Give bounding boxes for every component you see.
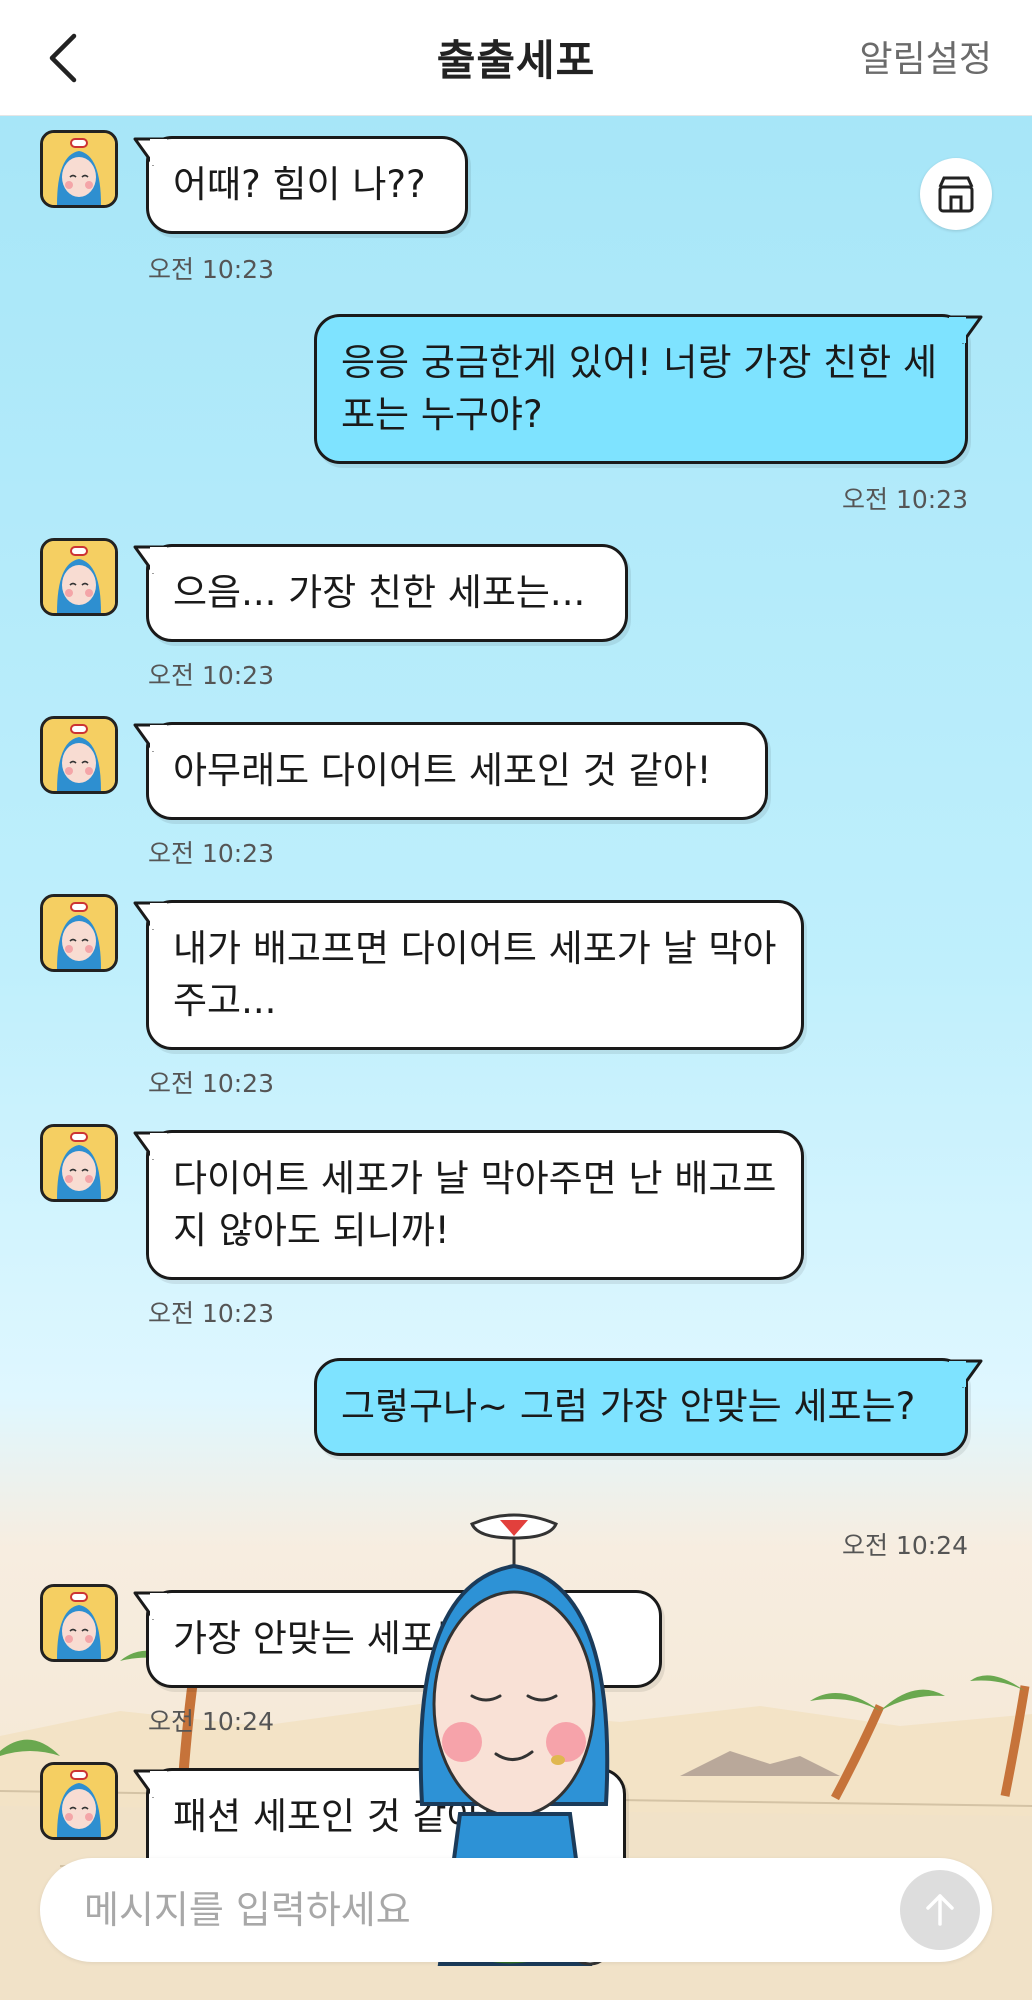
message-text: 다이어트 세포가 날 막아주면 난 배고프지 않아도 되니까! <box>173 1157 777 1252</box>
arrow-up-icon <box>926 1894 954 1926</box>
avatar[interactable] <box>40 538 118 616</box>
avatar[interactable] <box>40 894 118 972</box>
cell-character-icon <box>43 133 115 205</box>
avatar[interactable] <box>40 1762 118 1840</box>
message-text: 아무래도 다이어트 세포인 것 같아! <box>173 749 712 792</box>
message-text: 어때? 힘이 나?? <box>173 163 426 206</box>
chat-bubble-bot: 어때? 힘이 나?? <box>133 136 468 234</box>
avatar[interactable] <box>40 1124 118 1202</box>
message-time: 오전 10:23 <box>148 1299 274 1328</box>
avatar[interactable] <box>40 130 118 208</box>
cell-character-icon <box>43 1127 115 1199</box>
message-time: 오전 10:23 <box>148 839 274 868</box>
avatar[interactable] <box>40 1584 118 1662</box>
message-time: 오전 10:23 <box>148 1069 274 1098</box>
notification-settings-button[interactable]: 알림설정 <box>860 30 992 82</box>
chat-bubble-user: 그렇구나~ 그럼 가장 안맞는 세포는? <box>314 1358 983 1456</box>
chat-bubble-bot: 으음... 가장 친한 세포는... <box>133 544 628 642</box>
message-time: 오전 10:23 <box>148 661 274 690</box>
message-text: 내가 배고프면 다이어트 세포가 날 막아주고... <box>173 927 777 1022</box>
page-title: 출출세포 <box>436 36 596 85</box>
message-input-bar <box>40 1858 992 1962</box>
message-time: 오전 10:23 <box>842 485 968 514</box>
cell-character-icon <box>43 541 115 613</box>
chat-area[interactable]: 어때? 힘이 나?? 오전 10:23 응응 궁금한게 있어! 너랑 가장 친한… <box>0 116 1032 2000</box>
chat-bubble-bot: 아무래도 다이어트 세포인 것 같아! <box>133 722 768 820</box>
cell-character-icon <box>43 1587 115 1659</box>
store-button[interactable] <box>920 158 992 230</box>
back-button[interactable] <box>28 24 96 92</box>
chat-bubble-bot: 다이어트 세포가 날 막아주면 난 배고프지 않아도 되니까! <box>133 1130 804 1280</box>
top-bar: 출출세포 알림설정 <box>0 0 1032 116</box>
cell-character-icon <box>43 1765 115 1837</box>
chat-bubble-bot: 내가 배고프면 다이어트 세포가 날 막아주고... <box>133 900 804 1050</box>
message-text: 응응 궁금한게 있어! 너랑 가장 친한 세포는 누구야? <box>341 341 937 436</box>
store-icon <box>938 176 974 213</box>
message-time: 오전 10:24 <box>842 1531 968 1560</box>
message-text: 으음... 가장 친한 세포는... <box>173 571 586 614</box>
chat-bubble-user: 응응 궁금한게 있어! 너랑 가장 친한 세포는 누구야? <box>314 314 983 464</box>
message-text: 그렇구나~ 그럼 가장 안맞는 세포는? <box>341 1385 916 1428</box>
message-input[interactable] <box>84 1886 864 1934</box>
cell-character-icon <box>43 719 115 791</box>
chevron-left-icon <box>49 33 77 83</box>
cell-character-icon <box>43 897 115 969</box>
message-time: 오전 10:24 <box>148 1707 274 1736</box>
avatar[interactable] <box>40 716 118 794</box>
send-button[interactable] <box>900 1870 980 1950</box>
message-time: 오전 10:23 <box>148 255 274 284</box>
